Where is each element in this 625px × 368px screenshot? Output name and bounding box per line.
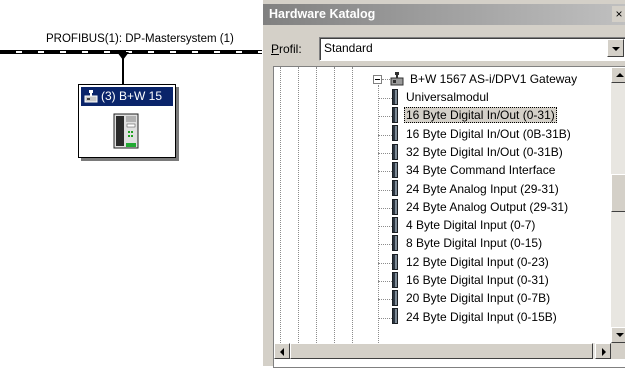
tree-item-module[interactable]: 16 Byte Digital In/Out (0-31) bbox=[392, 107, 557, 124]
tree-item-module[interactable]: 24 Byte Digital Input (0-15B) bbox=[392, 308, 559, 326]
hardware-catalog-window: Hardware Katalog × Profil: Standard B+W … bbox=[262, 0, 625, 368]
module-icon bbox=[392, 125, 398, 142]
tree-child-connector bbox=[378, 85, 379, 343]
chevron-down-icon bbox=[612, 47, 620, 51]
tree-parent-label: B+W 1567 AS-i/DPV1 Gateway bbox=[410, 72, 578, 86]
tree-item-label: 24 Byte Digital Input (0-15B) bbox=[406, 309, 557, 324]
horizontal-scrollbar[interactable] bbox=[274, 343, 611, 359]
vertical-scrollbar[interactable] bbox=[611, 67, 625, 343]
tree-connector bbox=[378, 189, 392, 191]
station-title-bar: (3) B+W 15 bbox=[81, 87, 173, 106]
tree-connector bbox=[382, 79, 390, 80]
module-icon bbox=[392, 180, 398, 197]
tree-item-label: 20 Byte Digital Input (0-7B) bbox=[406, 291, 551, 306]
profil-label: Profil: bbox=[271, 42, 302, 56]
tree-item-module[interactable]: 12 Byte Digital Input (0-23) bbox=[392, 253, 551, 271]
tree-item-module[interactable]: 32 Byte Digital In/Out (0-31B) bbox=[392, 143, 565, 161]
profil-value: Standard bbox=[324, 41, 373, 55]
arrow-left-icon bbox=[280, 348, 284, 356]
tree-guide-line bbox=[298, 67, 299, 343]
tree-item-module[interactable]: 4 Byte Digital Input (0-7) bbox=[392, 216, 537, 234]
module-icon bbox=[392, 162, 398, 179]
tree-connector bbox=[378, 244, 392, 246]
catalog-title: Hardware Katalog bbox=[269, 7, 376, 21]
module-icon bbox=[392, 271, 398, 288]
tree-item-label: 34 Byte Command Interface bbox=[406, 163, 556, 178]
tree-connector bbox=[378, 134, 392, 136]
module-icon bbox=[392, 216, 398, 233]
tree-item-module[interactable]: 34 Byte Command Interface bbox=[392, 162, 557, 179]
tree-connector bbox=[378, 317, 392, 319]
horizontal-scroll-thumb[interactable] bbox=[290, 343, 593, 359]
network-node-icon bbox=[84, 90, 98, 103]
module-icon bbox=[392, 253, 398, 270]
close-button[interactable]: × bbox=[612, 6, 625, 22]
tree-guide-line bbox=[352, 67, 353, 343]
tree-guide-line bbox=[280, 67, 281, 343]
tree-connector bbox=[378, 98, 392, 99]
profibus-label: PROFIBUS(1): DP-Mastersystem (1) bbox=[46, 33, 234, 45]
profil-label-rest: rofil: bbox=[279, 42, 302, 56]
tree-item-label: 16 Byte Digital In/Out (0B-31B) bbox=[406, 126, 571, 141]
tree-guide-line bbox=[334, 67, 335, 343]
module-icon bbox=[392, 235, 398, 252]
tree-connector bbox=[378, 207, 392, 209]
profil-dropdown[interactable]: Standard bbox=[319, 37, 625, 61]
tree-item-label: 24 Byte Analog Output (29-31) bbox=[406, 199, 569, 214]
vertical-scroll-thumb[interactable] bbox=[611, 174, 625, 212]
tree-item-module[interactable]: 24 Byte Analog Output (29-31) bbox=[392, 198, 570, 216]
tree-item-label: 4 Byte Digital Input (0-7) bbox=[406, 218, 536, 233]
arrow-up-icon bbox=[616, 73, 624, 77]
tree-item-module[interactable]: 24 Byte Analog Input (29-31) bbox=[392, 180, 561, 198]
tree-item-label: Universalmodul bbox=[406, 90, 489, 104]
module-icon bbox=[392, 143, 398, 160]
scroll-right-button[interactable] bbox=[595, 343, 611, 359]
profil-label-accesskey: P bbox=[271, 42, 280, 56]
tree-item-label: 32 Byte Digital In/Out (0-31B) bbox=[406, 144, 563, 159]
scroll-up-button[interactable] bbox=[611, 67, 625, 83]
tree-connector bbox=[378, 152, 392, 154]
device-folder-icon bbox=[390, 71, 404, 86]
module-icon bbox=[392, 308, 398, 325]
profibus-line-dashes bbox=[0, 51, 262, 53]
tree-connector bbox=[378, 281, 392, 282]
tree-item-label: 24 Byte Analog Input (29-31) bbox=[406, 181, 559, 196]
tree-connector bbox=[378, 299, 392, 301]
tree-item-module[interactable]: 8 Byte Digital Input (0-15) bbox=[392, 235, 544, 252]
tree-connector bbox=[378, 171, 392, 173]
tree-item-label: 16 Byte Digital Input (0-31) bbox=[406, 273, 549, 287]
tree-item-module[interactable]: Universalmodul bbox=[392, 88, 491, 106]
profil-dropdown-button[interactable] bbox=[607, 39, 624, 57]
tree-item-label: 16 Byte Digital In/Out (0-31) bbox=[404, 107, 557, 124]
arrow-right-icon bbox=[602, 348, 606, 356]
module-icon bbox=[392, 88, 398, 105]
station-label: (3) B+W 15 bbox=[101, 89, 163, 103]
tree-guide-line bbox=[316, 67, 317, 343]
tree-connector bbox=[378, 262, 392, 264]
module-icon bbox=[392, 107, 398, 124]
tree-item-module[interactable]: 16 Byte Digital In/Out (0B-31B) bbox=[392, 125, 573, 143]
tree-item-module[interactable]: 16 Byte Digital Input (0-31) bbox=[392, 271, 551, 289]
tree-item-label: 12 Byte Digital Input (0-23) bbox=[406, 254, 549, 269]
station-drop-line bbox=[122, 54, 124, 84]
scroll-left-button[interactable] bbox=[274, 343, 290, 359]
gateway-device-icon bbox=[113, 113, 139, 149]
catalog-tree: B+W 1567 AS-i/DPV1 Gateway Universalmodu… bbox=[273, 66, 625, 368]
arrow-down-icon bbox=[616, 333, 624, 337]
module-icon bbox=[392, 198, 398, 215]
tree-item-label: 8 Byte Digital Input (0-15) bbox=[406, 236, 543, 251]
tree-connector bbox=[378, 226, 392, 228]
scroll-down-button[interactable] bbox=[611, 327, 625, 343]
dp-slave-station[interactable]: (3) B+W 15 bbox=[78, 84, 176, 158]
tree-item-module[interactable]: 20 Byte Digital Input (0-7B) bbox=[392, 290, 552, 307]
catalog-title-bar[interactable]: Hardware Katalog × bbox=[263, 4, 625, 25]
module-icon bbox=[392, 290, 398, 307]
tree-parent-node[interactable]: B+W 1567 AS-i/DPV1 Gateway bbox=[390, 71, 579, 88]
tree-connector bbox=[378, 116, 392, 118]
tree-collapse-toggle[interactable] bbox=[373, 75, 382, 84]
scrollbar-corner bbox=[611, 343, 625, 359]
